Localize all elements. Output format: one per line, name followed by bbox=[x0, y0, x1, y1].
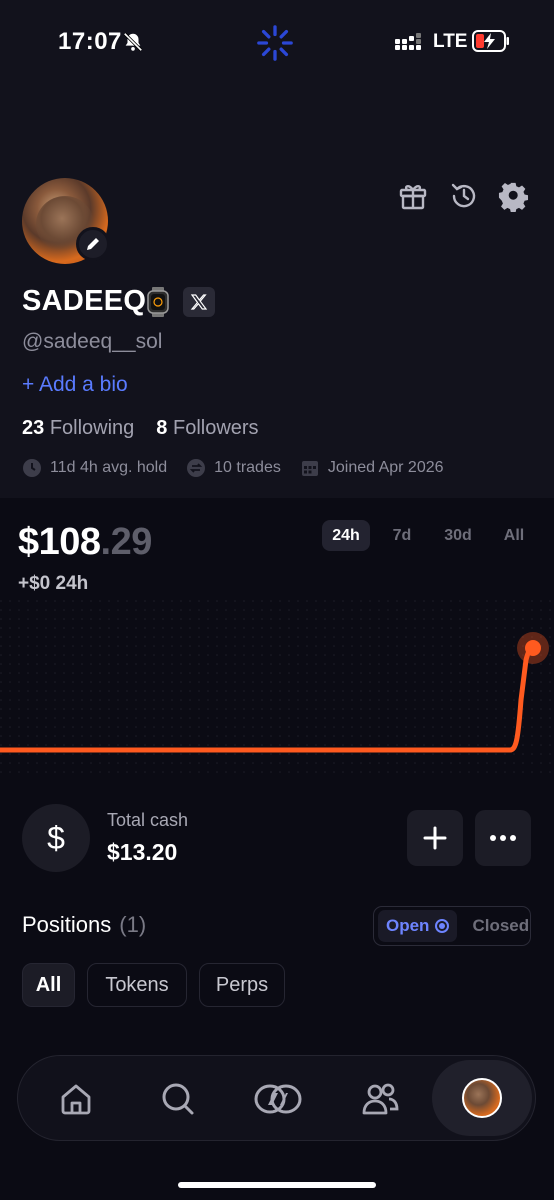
range-tab-24h[interactable]: 24h bbox=[322, 520, 370, 551]
range-tab-7d[interactable]: 7d bbox=[378, 520, 426, 551]
portfolio-balance: $108.29 bbox=[18, 521, 152, 563]
positions-title: Positions (1) bbox=[22, 912, 147, 937]
deposit-button[interactable] bbox=[407, 810, 463, 866]
following-link[interactable]: 23 Following bbox=[22, 417, 134, 440]
swap-icon bbox=[187, 459, 206, 477]
bell-muted-icon bbox=[123, 32, 143, 52]
more-options-button[interactable] bbox=[475, 810, 531, 866]
status-time: 17:07 bbox=[58, 28, 122, 55]
nav-community[interactable] bbox=[330, 1056, 430, 1142]
profile-stats: 11d 4h avg. hold 10 trades Joined Apr 20… bbox=[22, 458, 463, 478]
history-icon[interactable] bbox=[448, 180, 480, 212]
toggle-closed[interactable]: Closed bbox=[472, 916, 529, 936]
toggle-dot-icon bbox=[435, 919, 450, 933]
community-icon bbox=[362, 1083, 399, 1115]
profile-handle: @sadeeq__sol bbox=[22, 330, 163, 353]
follow-stats: 23 Following 8 Followers bbox=[22, 417, 259, 440]
home-indicator bbox=[178, 1182, 376, 1188]
edit-avatar-button[interactable] bbox=[76, 227, 110, 261]
network-label: LTE bbox=[433, 31, 468, 52]
x-link-button[interactable] bbox=[183, 287, 215, 317]
balance-change: +$0 24h bbox=[18, 573, 89, 594]
bottom-nav bbox=[17, 1055, 536, 1141]
portfolio-chart bbox=[0, 600, 554, 780]
calendar-icon bbox=[301, 461, 318, 476]
stat-joined: Joined Apr 2026 bbox=[300, 458, 444, 478]
stat-trades: 10 trades bbox=[186, 458, 281, 478]
loading-spinner-icon bbox=[257, 25, 293, 61]
nav-search[interactable] bbox=[128, 1056, 228, 1142]
filter-perps[interactable]: Perps bbox=[199, 963, 285, 1007]
nav-profile-avatar bbox=[462, 1078, 502, 1118]
range-tab-all[interactable]: All bbox=[490, 520, 538, 551]
total-cash-label: Total cash bbox=[107, 810, 189, 830]
range-tabs: 24h 7d 30d All bbox=[322, 520, 540, 551]
nav-profile[interactable] bbox=[432, 1060, 532, 1136]
clock-icon bbox=[23, 459, 41, 477]
plus-icon bbox=[423, 826, 447, 850]
add-bio-link[interactable]: + Add a bio bbox=[22, 373, 128, 397]
search-icon bbox=[162, 1083, 194, 1115]
battery-charging-icon bbox=[472, 30, 509, 52]
positions-status-toggle: Open Closed bbox=[373, 906, 531, 946]
profile-name: SADEEQ bbox=[22, 285, 147, 317]
signal-icon bbox=[395, 33, 421, 50]
nav-trade[interactable] bbox=[228, 1056, 328, 1142]
followers-link[interactable]: 8 Followers bbox=[156, 417, 258, 440]
settings-icon[interactable] bbox=[498, 180, 530, 212]
x-logo-icon bbox=[190, 294, 208, 310]
nav-home[interactable] bbox=[26, 1056, 126, 1142]
home-icon bbox=[61, 1084, 91, 1115]
stat-avg-hold: 11d 4h avg. hold bbox=[22, 458, 167, 478]
toggle-open[interactable]: Open bbox=[378, 910, 458, 942]
watch-icon bbox=[147, 287, 169, 317]
cash-icon: $ bbox=[22, 804, 90, 872]
pencil-icon bbox=[87, 238, 99, 250]
filter-tokens[interactable]: Tokens bbox=[87, 963, 187, 1007]
trade-icon bbox=[254, 1084, 302, 1114]
filter-all[interactable]: All bbox=[22, 963, 75, 1007]
more-icon bbox=[490, 835, 516, 841]
range-tab-30d[interactable]: 30d bbox=[434, 520, 482, 551]
gift-icon[interactable] bbox=[397, 180, 429, 212]
total-cash-value: $13.20 bbox=[107, 839, 178, 865]
